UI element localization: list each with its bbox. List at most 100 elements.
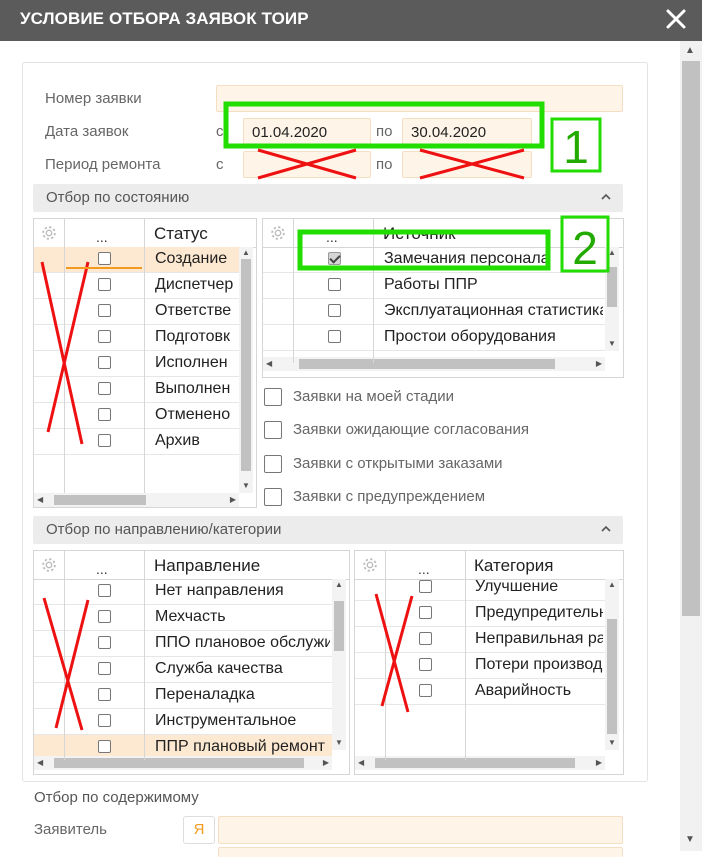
scroll-right-icon[interactable]: ▶ [230,496,236,504]
direction-row[interactable]: Служба качества [34,657,332,683]
row-checkbox[interactable] [98,252,111,265]
column-separator[interactable] [144,551,145,760]
scroll-left-icon[interactable]: ◀ [358,759,364,767]
option-checkbox[interactable] [264,388,282,406]
direction-row[interactable]: Мехчасть [34,605,332,631]
scroll-up-icon[interactable]: ▲ [608,249,616,257]
source-grid-vscroll[interactable]: ▲ ▼ [605,247,619,351]
column-separator[interactable] [465,551,466,760]
row-checkbox[interactable] [98,662,111,675]
status-grid-dots-column[interactable]: ... [96,229,108,245]
category-row[interactable]: Потери производства [355,653,605,679]
source-row[interactable]: Замечания персонала [263,247,605,273]
page-scrollbar[interactable]: ▲ ▼ [680,41,702,851]
direction-row[interactable]: Переналадка [34,683,332,709]
row-checkbox[interactable] [98,740,111,753]
scroll-up-icon[interactable]: ▲ [685,45,695,56]
row-checkbox[interactable] [98,278,111,291]
source-row[interactable]: Работы ППР [263,273,605,299]
scroll-down-icon[interactable]: ▼ [685,834,695,845]
chevron-up-icon[interactable] [601,524,611,534]
status-grid-hscroll-thumb[interactable] [54,495,146,505]
gear-icon[interactable] [361,556,379,574]
category-row[interactable]: Предупредительный [355,601,605,627]
direction-section-header[interactable]: Отбор по направлению/категории [33,516,623,544]
scroll-left-icon[interactable]: ◀ [37,496,43,504]
category-grid-vscroll[interactable]: ▲ ▼ [605,579,619,750]
row-checkbox[interactable] [419,580,432,593]
category-row[interactable]: Аварийность [355,679,605,705]
status-grid-vscroll-thumb[interactable] [241,259,251,471]
scroll-down-icon[interactable]: ▼ [335,739,343,747]
source-grid-vscroll-thumb[interactable] [607,267,617,307]
source-grid-hscroll-thumb[interactable] [299,359,555,369]
row-checkbox[interactable] [98,584,111,597]
source-column-title[interactable]: Источник [383,224,456,244]
row-checkbox[interactable] [328,278,341,291]
source-row[interactable]: Эксплуатационная статистика [263,299,605,325]
row-checkbox[interactable] [98,304,111,317]
gear-icon[interactable] [40,224,58,242]
row-checkbox[interactable] [98,714,111,727]
scroll-right-icon[interactable]: ▶ [596,759,602,767]
direction-column-title[interactable]: Направление [154,556,260,576]
column-separator[interactable] [373,219,374,363]
gear-icon[interactable] [40,556,58,574]
category-grid-hscroll[interactable]: ◀ ▶ [355,756,605,770]
state-section-header[interactable]: Отбор по состоянию [33,184,623,212]
chevron-up-icon[interactable] [601,192,611,202]
source-grid-dots-column[interactable]: ... [326,229,338,245]
me-button[interactable]: Я [183,816,215,844]
option-checkbox[interactable] [264,455,282,473]
row-checkbox[interactable] [98,330,111,343]
request-date-from-field[interactable]: 01.04.2020 [243,118,371,145]
status-grid-vscroll[interactable]: ▲ ▼ [239,247,253,493]
option-checkbox[interactable] [264,421,282,439]
direction-row[interactable]: ППО плановое обслуживание [34,631,332,657]
row-checkbox[interactable] [419,606,432,619]
scroll-up-icon[interactable]: ▲ [608,581,616,589]
gear-icon[interactable] [269,224,287,242]
row-checkbox[interactable] [98,610,111,623]
scroll-right-icon[interactable]: ▶ [323,759,329,767]
row-checkbox[interactable] [98,636,111,649]
source-grid-hscroll[interactable]: ◀ ▶ [263,357,605,371]
category-grid-vscroll-thumb[interactable] [607,619,617,734]
direction-grid-hscroll[interactable]: ◀ ▶ [34,756,332,770]
row-checkbox[interactable] [328,252,341,265]
row-checkbox[interactable] [328,304,341,317]
category-row[interactable]: Улучшение [355,575,605,601]
row-checkbox[interactable] [98,408,111,421]
category-column-title[interactable]: Категория [474,556,553,576]
scroll-left-icon[interactable]: ◀ [266,360,272,368]
row-checkbox[interactable] [98,434,111,447]
category-grid-hscroll-thumb[interactable] [375,758,575,768]
applicant-field[interactable] [218,816,623,844]
row-checkbox[interactable] [419,658,432,671]
direction-grid-hscroll-thumb[interactable] [54,758,304,768]
status-grid-hscroll[interactable]: ◀ ▶ [34,493,239,507]
column-separator[interactable] [144,219,145,493]
direction-grid-dots-column[interactable]: ... [96,561,108,577]
scroll-down-icon[interactable]: ▼ [608,340,616,348]
direction-row[interactable]: Инструментальное [34,709,332,735]
row-checkbox[interactable] [98,688,111,701]
request-date-to-field[interactable]: 30.04.2020 [402,118,532,145]
scroll-down-icon[interactable]: ▼ [608,739,616,747]
scroll-up-icon[interactable]: ▲ [335,581,343,589]
row-checkbox[interactable] [98,382,111,395]
repair-period-to-field[interactable] [402,151,532,178]
scroll-left-icon[interactable]: ◀ [37,759,43,767]
scroll-up-icon[interactable]: ▲ [242,249,250,257]
page-scrollbar-thumb[interactable] [682,61,700,616]
row-checkbox[interactable] [419,684,432,697]
next-field[interactable] [218,847,623,857]
request-number-field[interactable] [216,85,623,112]
row-checkbox[interactable] [328,330,341,343]
source-row[interactable]: Простои оборудования [263,325,605,351]
status-column-title[interactable]: Статус [154,224,208,244]
row-checkbox[interactable] [98,356,111,369]
scroll-right-icon[interactable]: ▶ [596,360,602,368]
repair-period-from-field[interactable] [243,151,371,178]
direction-row[interactable]: Нет направления [34,579,332,605]
